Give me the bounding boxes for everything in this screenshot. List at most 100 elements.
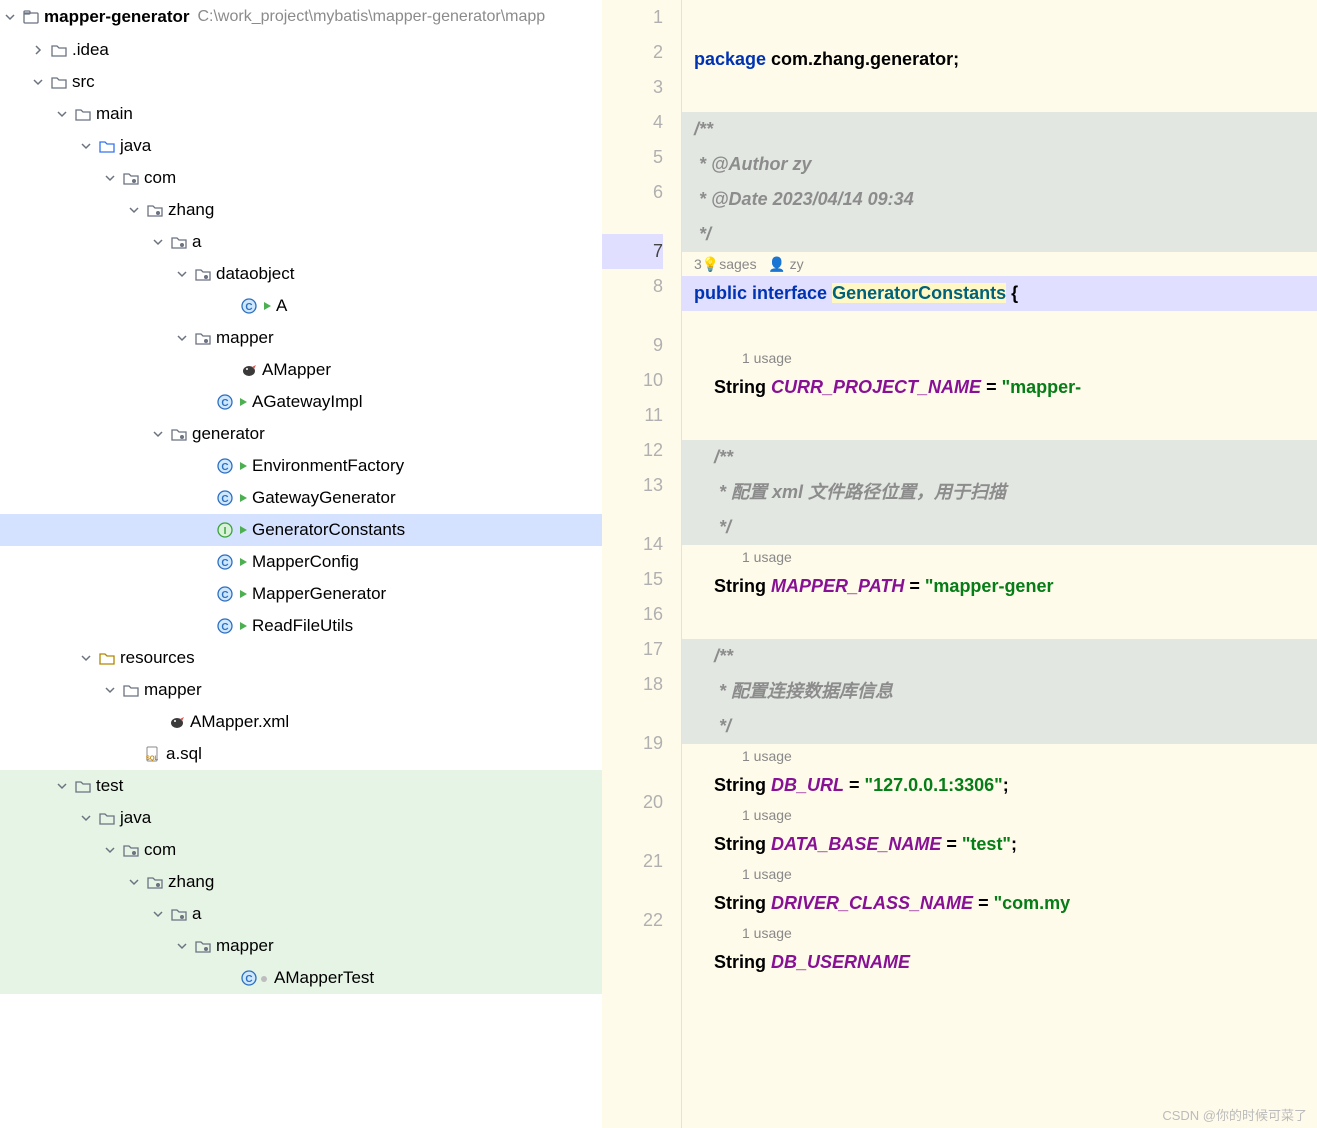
run-marker-icon xyxy=(238,488,248,508)
tree-item[interactable]: java xyxy=(0,802,602,834)
chevron-down-icon[interactable] xyxy=(148,428,168,440)
chevron-down-icon[interactable] xyxy=(52,108,72,120)
svg-text:C: C xyxy=(245,974,252,985)
chevron-down-icon[interactable] xyxy=(28,76,48,88)
tree-item[interactable]: a xyxy=(0,226,602,258)
code-line[interactable]: */ xyxy=(682,709,1317,744)
tree-item[interactable]: CReadFileUtils xyxy=(0,610,602,642)
bulb-icon[interactable]: 💡 xyxy=(702,256,719,272)
chevron-down-icon[interactable] xyxy=(124,204,144,216)
tree-item[interactable]: SQLa.sql xyxy=(0,738,602,770)
tree-item[interactable]: CMapperConfig xyxy=(0,546,602,578)
tree-item[interactable]: CA xyxy=(0,290,602,322)
tree-item[interactable]: com xyxy=(0,834,602,866)
code-line[interactable]: * @Date 2023/04/14 09:34 xyxy=(682,182,1317,217)
tree-item-label: zhang xyxy=(166,200,214,220)
editor-code-area[interactable]: package com.zhang.generator; /** * @Autho… xyxy=(682,0,1317,1128)
code-line[interactable]: String DATA_BASE_NAME = "test"; xyxy=(682,827,1317,862)
chevron-down-icon[interactable] xyxy=(76,652,96,664)
code-line[interactable]: String CURR_PROJECT_NAME = "mapper- xyxy=(682,370,1317,405)
code-line[interactable] xyxy=(682,311,1317,346)
tree-item[interactable]: mapper xyxy=(0,322,602,354)
tree-item-label: resources xyxy=(118,648,195,668)
tree-item-label: AGatewayImpl xyxy=(250,392,363,412)
code-line[interactable]: * 配置 xml 文件路径位置，用于扫描 xyxy=(682,475,1317,510)
tree-item[interactable]: AMapper xyxy=(0,354,602,386)
tree-item[interactable]: CAMapperTest xyxy=(0,962,602,994)
run-marker-icon xyxy=(238,616,248,636)
chevron-down-icon[interactable] xyxy=(148,236,168,248)
code-line[interactable]: */ xyxy=(682,510,1317,545)
tree-item[interactable]: zhang xyxy=(0,866,602,898)
code-line[interactable]: package com.zhang.generator; xyxy=(682,42,1317,77)
tree-item[interactable]: dataobject xyxy=(0,258,602,290)
inlay-hint[interactable]: 1 usage xyxy=(682,346,1317,370)
tree-item[interactable]: generator xyxy=(0,418,602,450)
inlay-hint[interactable]: 1 usage xyxy=(682,862,1317,886)
inlay-hint[interactable]: 3💡sages 👤 zy xyxy=(682,252,1317,276)
code-line[interactable]: * 配置连接数据库信息 xyxy=(682,674,1317,709)
chevron-right-icon[interactable] xyxy=(28,44,48,56)
tree-item[interactable]: AMapper.xml xyxy=(0,706,602,738)
chevron-down-icon[interactable] xyxy=(172,940,192,952)
tree-root-row[interactable]: mapper-generator C:\work_project\mybatis… xyxy=(0,0,602,34)
code-line[interactable]: /** xyxy=(682,440,1317,475)
inlay-hint[interactable]: 1 usage xyxy=(682,803,1317,827)
chevron-down-icon[interactable] xyxy=(100,684,120,696)
editor-gutter: 123456 78 910111213 1415161718 19 20 21 … xyxy=(602,0,682,1128)
code-line[interactable] xyxy=(682,604,1317,639)
package-icon xyxy=(144,201,166,219)
code-line[interactable]: */ xyxy=(682,217,1317,252)
tree-item-label: A xyxy=(274,296,287,316)
tree-item[interactable]: CMapperGenerator xyxy=(0,578,602,610)
chevron-down-icon[interactable] xyxy=(100,844,120,856)
gutter-line-number: 2 xyxy=(602,35,663,70)
tree-item[interactable]: mapper xyxy=(0,674,602,706)
tree-item[interactable]: CGatewayGenerator xyxy=(0,482,602,514)
chevron-down-icon[interactable] xyxy=(52,780,72,792)
tree-item[interactable]: CAGatewayImpl xyxy=(0,386,602,418)
code-line[interactable]: /** xyxy=(682,112,1317,147)
chevron-down-icon[interactable] xyxy=(76,140,96,152)
code-line[interactable]: String DB_URL = "127.0.0.1:3306"; xyxy=(682,768,1317,803)
inlay-hint[interactable]: 1 usage xyxy=(682,744,1317,768)
code-line[interactable]: String DB_USERNAME xyxy=(682,945,1317,980)
tree-item[interactable]: CEnvironmentFactory xyxy=(0,450,602,482)
chevron-down-icon[interactable] xyxy=(172,268,192,280)
tree-item[interactable]: zhang xyxy=(0,194,602,226)
inlay-hint[interactable]: 1 usage xyxy=(682,921,1317,945)
tree-item[interactable]: main xyxy=(0,98,602,130)
inlay-hint[interactable]: 1 usage xyxy=(682,545,1317,569)
code-line[interactable]: * @Author zy xyxy=(682,147,1317,182)
tree-item[interactable]: a xyxy=(0,898,602,930)
chevron-down-icon[interactable] xyxy=(172,332,192,344)
tree-item-label: com xyxy=(142,168,176,188)
tree-item[interactable]: mapper xyxy=(0,930,602,962)
code-line[interactable]: /** xyxy=(682,639,1317,674)
tree-item[interactable]: test xyxy=(0,770,602,802)
folder-icon xyxy=(48,41,70,59)
chevron-down-icon[interactable] xyxy=(148,908,168,920)
tree-item[interactable]: src xyxy=(0,66,602,98)
chevron-down-icon[interactable] xyxy=(124,876,144,888)
code-line[interactable] xyxy=(682,405,1317,440)
tree-item[interactable]: IGeneratorConstants xyxy=(0,514,602,546)
tree-item-label: MapperGenerator xyxy=(250,584,386,604)
code-editor[interactable]: 123456 78 910111213 1415161718 19 20 21 … xyxy=(602,0,1317,1128)
code-line[interactable] xyxy=(682,77,1317,112)
chevron-down-icon xyxy=(0,11,20,23)
tree-item[interactable]: java xyxy=(0,130,602,162)
project-tree[interactable]: mapper-generator C:\work_project\mybatis… xyxy=(0,0,602,1128)
code-line[interactable]: String MAPPER_PATH = "mapper-gener xyxy=(682,569,1317,604)
code-line[interactable]: String DRIVER_CLASS_NAME = "com.my xyxy=(682,886,1317,921)
chevron-down-icon[interactable] xyxy=(100,172,120,184)
folder-icon xyxy=(96,649,118,667)
tree-item[interactable]: com xyxy=(0,162,602,194)
svg-text:C: C xyxy=(221,462,228,473)
tree-item[interactable]: .idea xyxy=(0,34,602,66)
svg-text:C: C xyxy=(221,622,228,633)
tree-root-name: mapper-generator xyxy=(42,7,189,27)
chevron-down-icon[interactable] xyxy=(76,812,96,824)
code-line[interactable]: public interface GeneratorConstants { xyxy=(682,276,1317,311)
tree-item[interactable]: resources xyxy=(0,642,602,674)
